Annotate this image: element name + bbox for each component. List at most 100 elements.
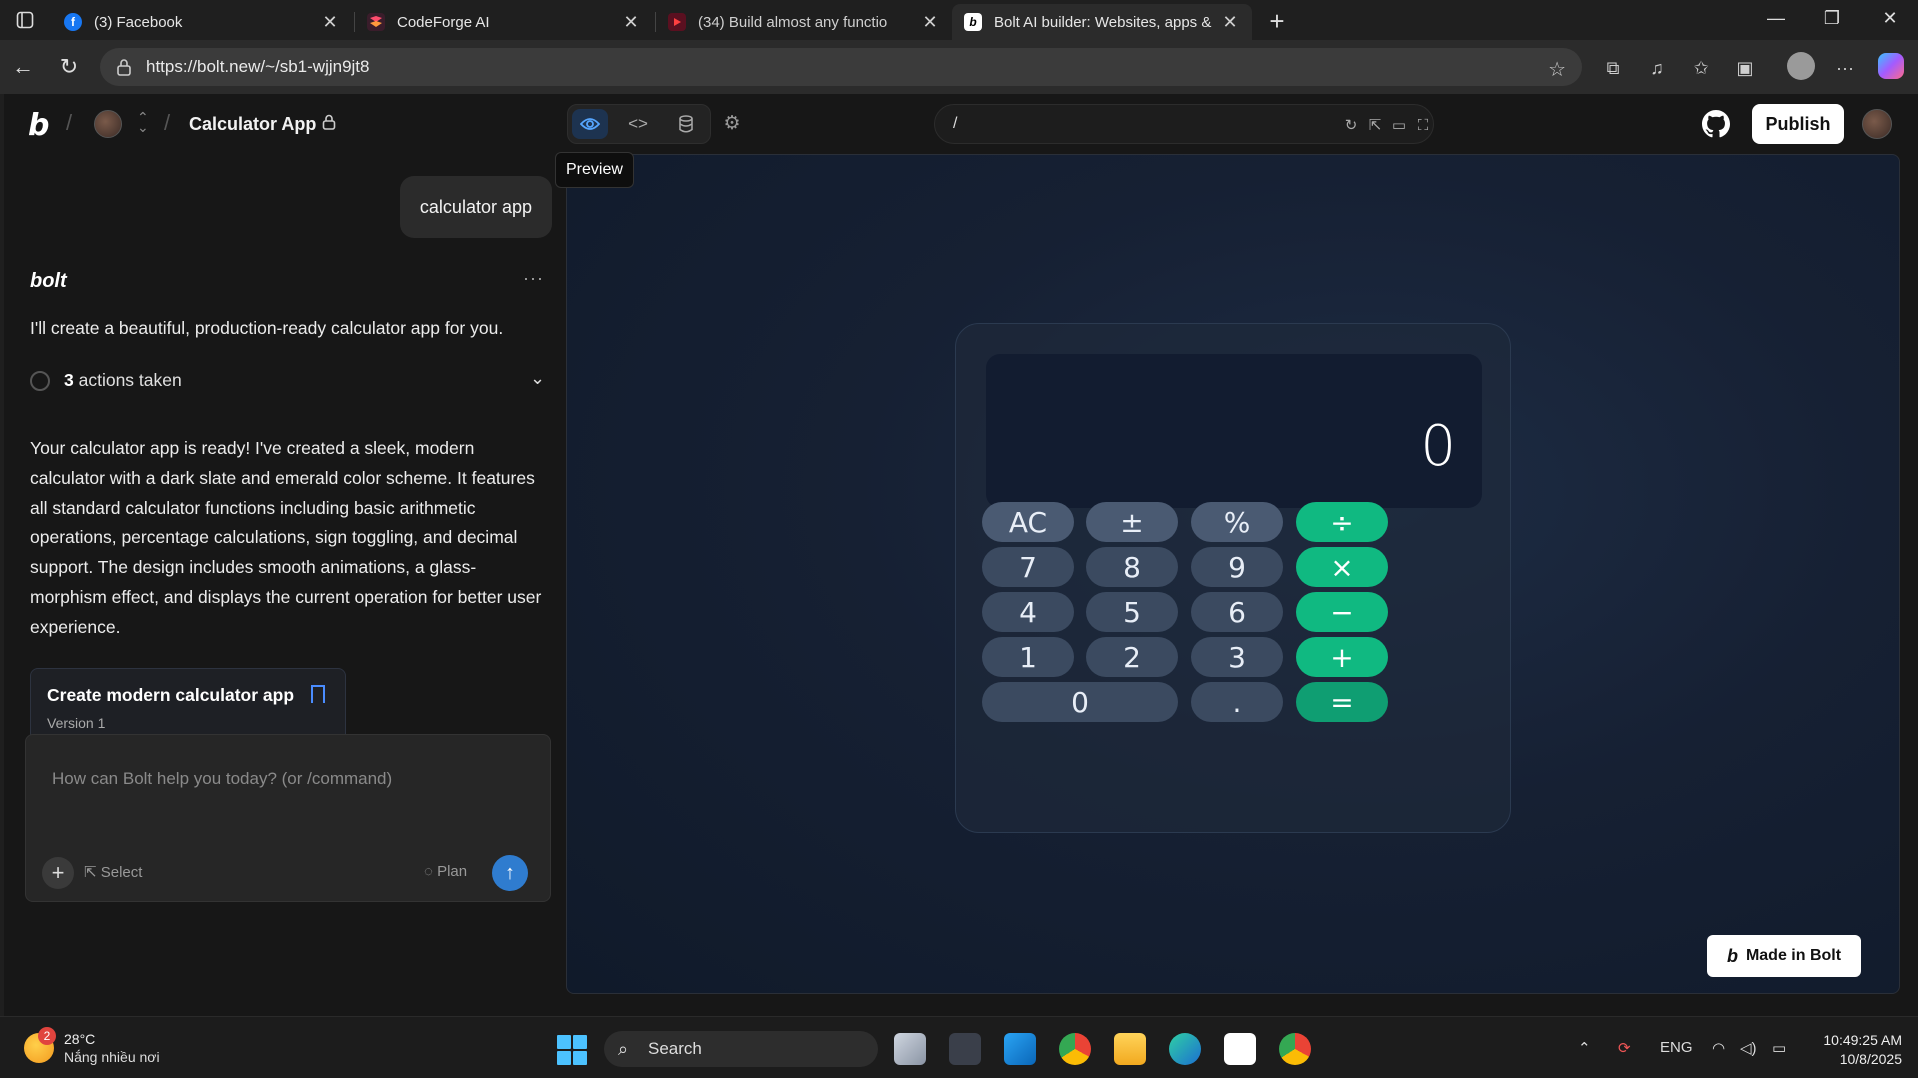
github-icon[interactable] [1702,110,1730,138]
key-1[interactable]: 1 [982,637,1074,677]
reload-icon[interactable]: ↻ [56,54,82,80]
display-value: 0 [1420,414,1456,479]
input-language[interactable]: ENG [1660,1039,1693,1056]
tab-codeforge[interactable]: CodeForge AI ✕ [355,4,653,40]
volume-icon[interactable]: ◁) [1740,1039,1757,1057]
bolt-icon: b [964,13,982,31]
actions-taken-toggle[interactable]: 3 actions taken ⌄ [30,366,550,396]
project-title[interactable]: Calculator App [189,114,316,135]
close-tab-icon[interactable]: ✕ [1220,12,1240,33]
windows-start-icon[interactable] [557,1035,587,1065]
composer-placeholder[interactable]: How can Bolt help you today? (or /comman… [52,769,392,789]
task-view-icon[interactable] [894,1033,926,1065]
profile-avatar[interactable] [1787,52,1815,80]
edge-icon[interactable] [1169,1033,1201,1065]
tab-bolt[interactable]: b Bolt AI builder: Websites, apps & ✕ [952,4,1252,40]
address-bar[interactable]: https://bolt.new/~/sb1-wjjn9jt8 ☆ [100,48,1582,86]
preview-eye-icon[interactable] [572,109,608,139]
show-hidden-icons-chevron[interactable]: ⌃ [1578,1039,1591,1057]
key-multiply[interactable]: × [1296,547,1388,587]
clock-time: 10:49:25 AM [1823,1032,1902,1048]
key-7[interactable]: 7 [982,547,1074,587]
open-in-new-tab-icon[interactable]: ⇱ [1365,115,1385,135]
key-subtract[interactable]: − [1296,592,1388,632]
fullscreen-icon[interactable]: ⛶ [1413,115,1433,135]
bolt-logo[interactable]: b [28,108,49,143]
refresh-preview-icon[interactable]: ↻ [1341,115,1361,135]
artifact-version: Version 1 [47,715,106,731]
key-toggle-sign[interactable]: ± [1086,502,1178,542]
key-0[interactable]: 0 [982,682,1178,722]
wifi-icon[interactable]: ◠ [1712,1039,1725,1057]
extensions-icon[interactable]: ⧉ [1600,55,1626,81]
media-control-icon[interactable]: ♫ [1644,55,1670,81]
key-5[interactable]: 5 [1086,592,1178,632]
code-icon[interactable]: <> [620,109,656,139]
key-8[interactable]: 8 [1086,547,1178,587]
sync-icon[interactable]: ⟳ [1618,1039,1631,1057]
bookmark-icon[interactable] [311,685,325,703]
publish-button[interactable]: Publish [1752,104,1844,144]
calculator: 0 AC ± % ÷ 7 8 9 × 4 5 6 − 1 2 3 + 0 . = [955,323,1511,833]
chat-composer[interactable]: How can Bolt help you today? (or /comman… [25,734,551,902]
key-3[interactable]: 3 [1191,637,1283,677]
tab-facebook[interactable]: f (3) Facebook ✕ [52,4,352,40]
back-icon[interactable]: ← [10,54,36,80]
key-equals[interactable]: = [1296,682,1388,722]
close-window-icon[interactable]: ✕ [1878,8,1902,29]
unity-hub-icon[interactable] [949,1033,981,1065]
key-6[interactable]: 6 [1191,592,1283,632]
select-element-button[interactable]: ⇱ Select [84,863,142,881]
user-avatar[interactable] [1862,109,1892,139]
made-in-bolt-badge[interactable]: b Made in Bolt [1707,935,1861,977]
tab-title: Bolt AI builder: Websites, apps & [994,13,1212,31]
site-info-icon[interactable] [116,58,134,76]
battery-icon[interactable]: ▭ [1772,1039,1786,1057]
key-4[interactable]: 4 [982,592,1074,632]
send-button[interactable]: ↑ [492,855,528,891]
chevron-up-down-icon[interactable]: ⌃ ⌄ [137,110,149,134]
chrome-icon[interactable] [1059,1033,1091,1065]
chrome-profile-icon[interactable] [1279,1033,1311,1065]
url-text: https://bolt.new/~/sb1-wjjn9jt8 [146,57,370,76]
favorites-icon[interactable]: ✩ [1688,55,1714,81]
preview-address-bar[interactable]: / ↻ ⇱ ▭ ⛶ [934,104,1434,144]
message-options-icon[interactable]: ··· [523,268,544,289]
file-explorer-icon[interactable] [1114,1033,1146,1065]
key-percent[interactable]: % [1191,502,1283,542]
chevron-down-icon[interactable]: ⌄ [530,368,545,389]
tab-youtube[interactable]: (34) Build almost any functio ✕ [656,4,952,40]
search-label: Search [648,1039,702,1058]
lightbulb-icon: ◌ [424,863,438,880]
device-preview-icon[interactable]: ▭ [1389,115,1409,135]
close-tab-icon[interactable]: ✕ [920,12,940,33]
temperature: 28°C [64,1031,96,1047]
favorite-star-icon[interactable]: ☆ [1548,57,1566,82]
actions-status-icon [30,371,50,391]
gear-icon[interactable]: ⚙ [720,111,744,135]
notes-app-icon[interactable] [1224,1033,1256,1065]
close-tab-icon[interactable]: ✕ [320,12,340,33]
database-icon[interactable] [668,109,704,139]
more-options-icon[interactable]: ··· [1832,55,1858,81]
key-2[interactable]: 2 [1086,637,1178,677]
plan-mode-button[interactable]: ◌ Plan [424,863,467,880]
workspaces-icon[interactable] [14,9,36,31]
copilot-icon[interactable] [1878,53,1904,79]
minimize-icon[interactable]: — [1764,8,1788,29]
key-9[interactable]: 9 [1191,547,1283,587]
taskbar-search[interactable]: ⌕ Search [604,1031,878,1067]
key-add[interactable]: + [1296,637,1388,677]
collections-icon[interactable]: ▣ [1732,55,1758,81]
key-all-clear[interactable]: AC [982,502,1074,542]
system-clock[interactable]: 10:49:25 AM 10/8/2025 [1790,1031,1902,1069]
vscode-icon[interactable] [1004,1033,1036,1065]
add-attachment-button[interactable]: + [42,857,74,889]
key-decimal[interactable]: . [1191,682,1283,722]
restore-icon[interactable]: ❐ [1820,8,1844,29]
search-icon: ⌕ [618,1039,629,1059]
key-divide[interactable]: ÷ [1296,502,1388,542]
new-tab-button[interactable]: + [1262,6,1292,37]
close-tab-icon[interactable]: ✕ [621,12,641,33]
team-avatar[interactable] [94,110,122,138]
